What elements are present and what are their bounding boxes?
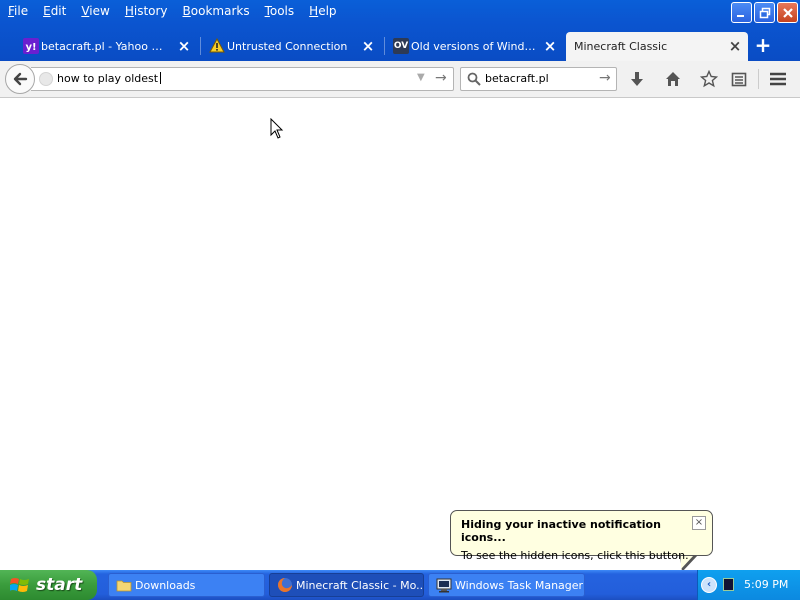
tab-separator: [384, 37, 385, 55]
tab-close-icon[interactable]: ×: [728, 39, 742, 54]
bookmarks-menu-button[interactable]: [729, 69, 749, 89]
restore-icon: [759, 7, 770, 18]
history-dropdown-icon[interactable]: ▼: [417, 72, 425, 83]
taskbar-item-task-manager[interactable]: Windows Task Manager: [428, 573, 585, 597]
url-bar[interactable]: how to play oldest ▼ →: [31, 67, 454, 91]
navigation-toolbar: how to play oldest ▼ → betacraft.pl →: [0, 61, 800, 98]
show-hidden-icons-button[interactable]: ‹: [701, 577, 717, 593]
notification-balloon[interactable]: Hiding your inactive notification icons.…: [450, 510, 713, 562]
star-icon: [700, 70, 718, 88]
system-tray: ‹ 5:09 PM: [697, 570, 800, 600]
start-button[interactable]: start: [0, 570, 97, 600]
menu-bar: File Edit View History Bookmarks Tools H…: [0, 0, 348, 22]
tab-strip: y! betacraft.pl - Yahoo Search Results ×…: [0, 31, 800, 61]
search-icon: [467, 72, 481, 86]
go-arrow-icon[interactable]: →: [435, 70, 447, 86]
url-input[interactable]: how to play oldest: [57, 72, 161, 85]
folder-icon: [116, 580, 132, 592]
taskbar-item-label: Windows Task Manager: [455, 578, 584, 592]
new-tab-button[interactable]: +: [754, 35, 772, 55]
ov-icon: OV: [393, 38, 409, 54]
downloads-button[interactable]: [627, 69, 647, 89]
balloon-close-button[interactable]: ×: [692, 516, 706, 530]
minimize-button[interactable]: [731, 2, 752, 23]
tab-title: Untrusted Connection: [227, 40, 348, 53]
menu-help[interactable]: Help: [305, 4, 340, 18]
close-icon: [782, 7, 793, 18]
hamburger-menu-icon: [770, 72, 786, 86]
search-bar[interactable]: betacraft.pl →: [460, 67, 617, 91]
back-button[interactable]: [5, 64, 35, 94]
page-content[interactable]: [0, 98, 800, 570]
monitor-tray-icon[interactable]: [723, 578, 734, 591]
open-menu-button[interactable]: [768, 69, 788, 89]
taskbar: start Downloads Minecraft Classic - Mo..…: [0, 570, 800, 600]
windows-logo-icon: [10, 578, 29, 592]
tab-title: Old versions of Windows: [411, 40, 537, 53]
home-icon: [666, 72, 680, 86]
tab-title: Minecraft Classic: [574, 40, 668, 53]
site-identity-icon[interactable]: [39, 72, 53, 86]
mouse-pointer-icon: [270, 118, 284, 139]
bookmark-star-button[interactable]: [699, 69, 719, 89]
menu-bookmarks[interactable]: Bookmarks: [179, 4, 254, 18]
menu-tools[interactable]: Tools: [261, 4, 299, 18]
balloon-body: To see the hidden icons, click this butt…: [461, 549, 689, 562]
tab-close-icon[interactable]: ×: [177, 39, 191, 54]
search-go-arrow-icon[interactable]: →: [599, 70, 611, 86]
yahoo-icon: y!: [23, 38, 39, 54]
tab-close-icon[interactable]: ×: [543, 39, 557, 54]
toolbar-separator: [758, 69, 759, 89]
close-window-button[interactable]: [777, 2, 798, 23]
home-button[interactable]: [663, 69, 683, 89]
task-manager-icon: [436, 578, 452, 593]
tab-untrusted-connection[interactable]: Untrusted Connection ×: [203, 32, 381, 61]
tab-title: betacraft.pl - Yahoo Search Results: [41, 40, 163, 53]
menu-file[interactable]: File: [4, 4, 32, 18]
menu-history[interactable]: History: [121, 4, 172, 18]
tab-separator: [200, 37, 201, 55]
clock[interactable]: 5:09 PM: [744, 578, 788, 591]
balloon-title: Hiding your inactive notification icons.…: [461, 518, 661, 544]
warning-icon: [209, 38, 225, 54]
minimize-icon: [737, 15, 744, 17]
restore-button[interactable]: [754, 2, 775, 23]
back-arrow-icon: [13, 72, 28, 86]
tab-minecraft-classic[interactable]: Minecraft Classic ×: [566, 32, 748, 61]
menu-edit[interactable]: Edit: [39, 4, 70, 18]
bookmarks-list-icon: [731, 72, 747, 87]
tab-close-icon[interactable]: ×: [361, 39, 375, 54]
taskbar-item-label: Downloads: [135, 578, 196, 592]
svg-text:y!: y!: [25, 42, 36, 53]
download-arrow-icon: [631, 72, 643, 86]
tab-old-versions-windows[interactable]: OV Old versions of Windows ×: [387, 32, 563, 61]
firefox-icon: [278, 578, 292, 592]
taskbar-item-downloads[interactable]: Downloads: [108, 573, 265, 597]
search-input[interactable]: betacraft.pl: [485, 72, 549, 85]
taskbar-item-firefox[interactable]: Minecraft Classic - Mo...: [269, 573, 424, 597]
taskbar-item-label: Minecraft Classic - Mo...: [296, 578, 424, 592]
start-label: start: [36, 575, 83, 595]
title-bar: File Edit View History Bookmarks Tools H…: [0, 0, 800, 61]
tab-yahoo-search[interactable]: y! betacraft.pl - Yahoo Search Results ×: [17, 32, 197, 61]
menu-view[interactable]: View: [77, 4, 113, 18]
